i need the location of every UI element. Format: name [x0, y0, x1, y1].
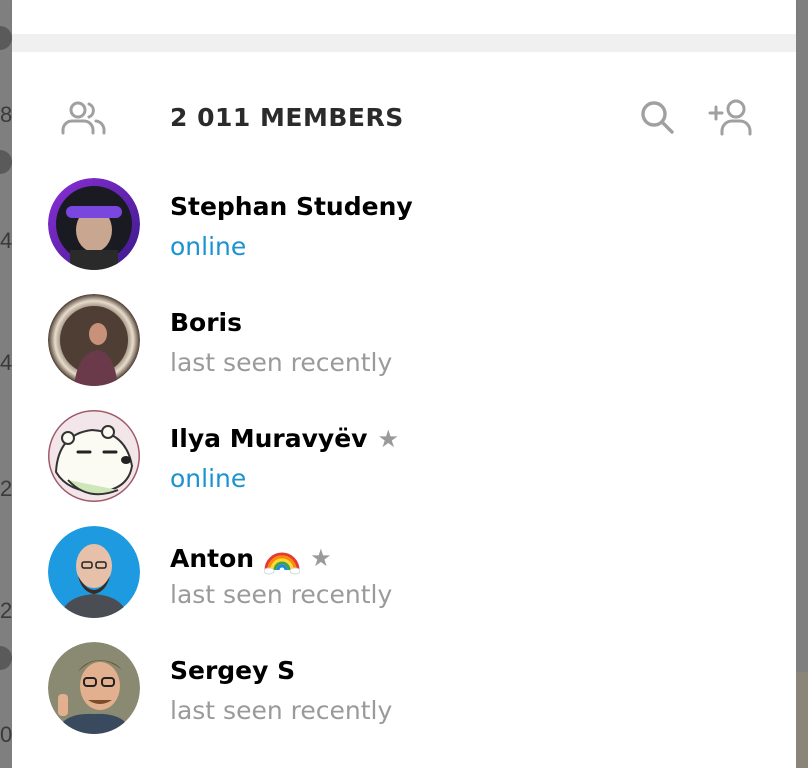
avatar[interactable] [48, 410, 140, 502]
background-fragment: 0 [0, 722, 13, 747]
background-image [796, 672, 808, 768]
members-section: 2 011 MEMBERS Stephan Studeny online Bor… [12, 52, 796, 768]
member-status: online [170, 232, 247, 261]
background-chat-edge: 8 4 4 2 2 0 [0, 0, 12, 768]
member-name: Ilya Muravyëv ★ [170, 424, 399, 453]
avatar[interactable] [48, 526, 140, 618]
member-status: last seen recently [170, 580, 393, 609]
member-row[interactable]: Boris last seen recently [12, 294, 796, 410]
background-fragment: 4 [0, 228, 13, 253]
search-icon[interactable] [633, 98, 683, 138]
members-panel: 2 011 MEMBERS Stephan Studeny online Bor… [12, 0, 796, 768]
group-icon [59, 98, 109, 138]
member-row[interactable]: Anton ★ last seen recently [12, 526, 796, 642]
avatar[interactable] [48, 178, 140, 270]
avatar[interactable] [48, 642, 140, 734]
background-fragment: 8 [0, 102, 13, 127]
members-header: 2 011 MEMBERS [12, 92, 796, 142]
avatar[interactable] [48, 294, 140, 386]
background-avatar [0, 646, 12, 670]
background-avatar [0, 26, 12, 50]
member-name: Stephan Studeny [170, 192, 413, 221]
rainbow-emoji-icon [263, 540, 301, 576]
member-status: last seen recently [170, 348, 393, 377]
member-row[interactable]: Ilya Muravyëv ★ online [12, 410, 796, 526]
member-row[interactable]: Stephan Studeny online [12, 178, 796, 294]
admin-star-icon: ★ [310, 544, 332, 572]
section-divider [12, 34, 796, 52]
background-fragment: 4 [0, 350, 13, 375]
background-fragment: 2 [0, 476, 13, 501]
admin-star-icon: ★ [377, 424, 399, 453]
members-count: 2 011 MEMBERS [170, 103, 404, 132]
background-avatar [0, 150, 12, 174]
member-status: online [170, 464, 247, 493]
member-status: last seen recently [170, 696, 393, 725]
background-fragment: 2 [0, 598, 13, 623]
panel-top-section [12, 0, 796, 34]
add-member-icon[interactable] [706, 98, 756, 138]
member-name: Sergey S [170, 656, 296, 685]
member-row[interactable]: Sergey S last seen recently [12, 642, 796, 758]
member-name: Anton ★ [170, 540, 332, 576]
member-name: Boris [170, 308, 243, 337]
